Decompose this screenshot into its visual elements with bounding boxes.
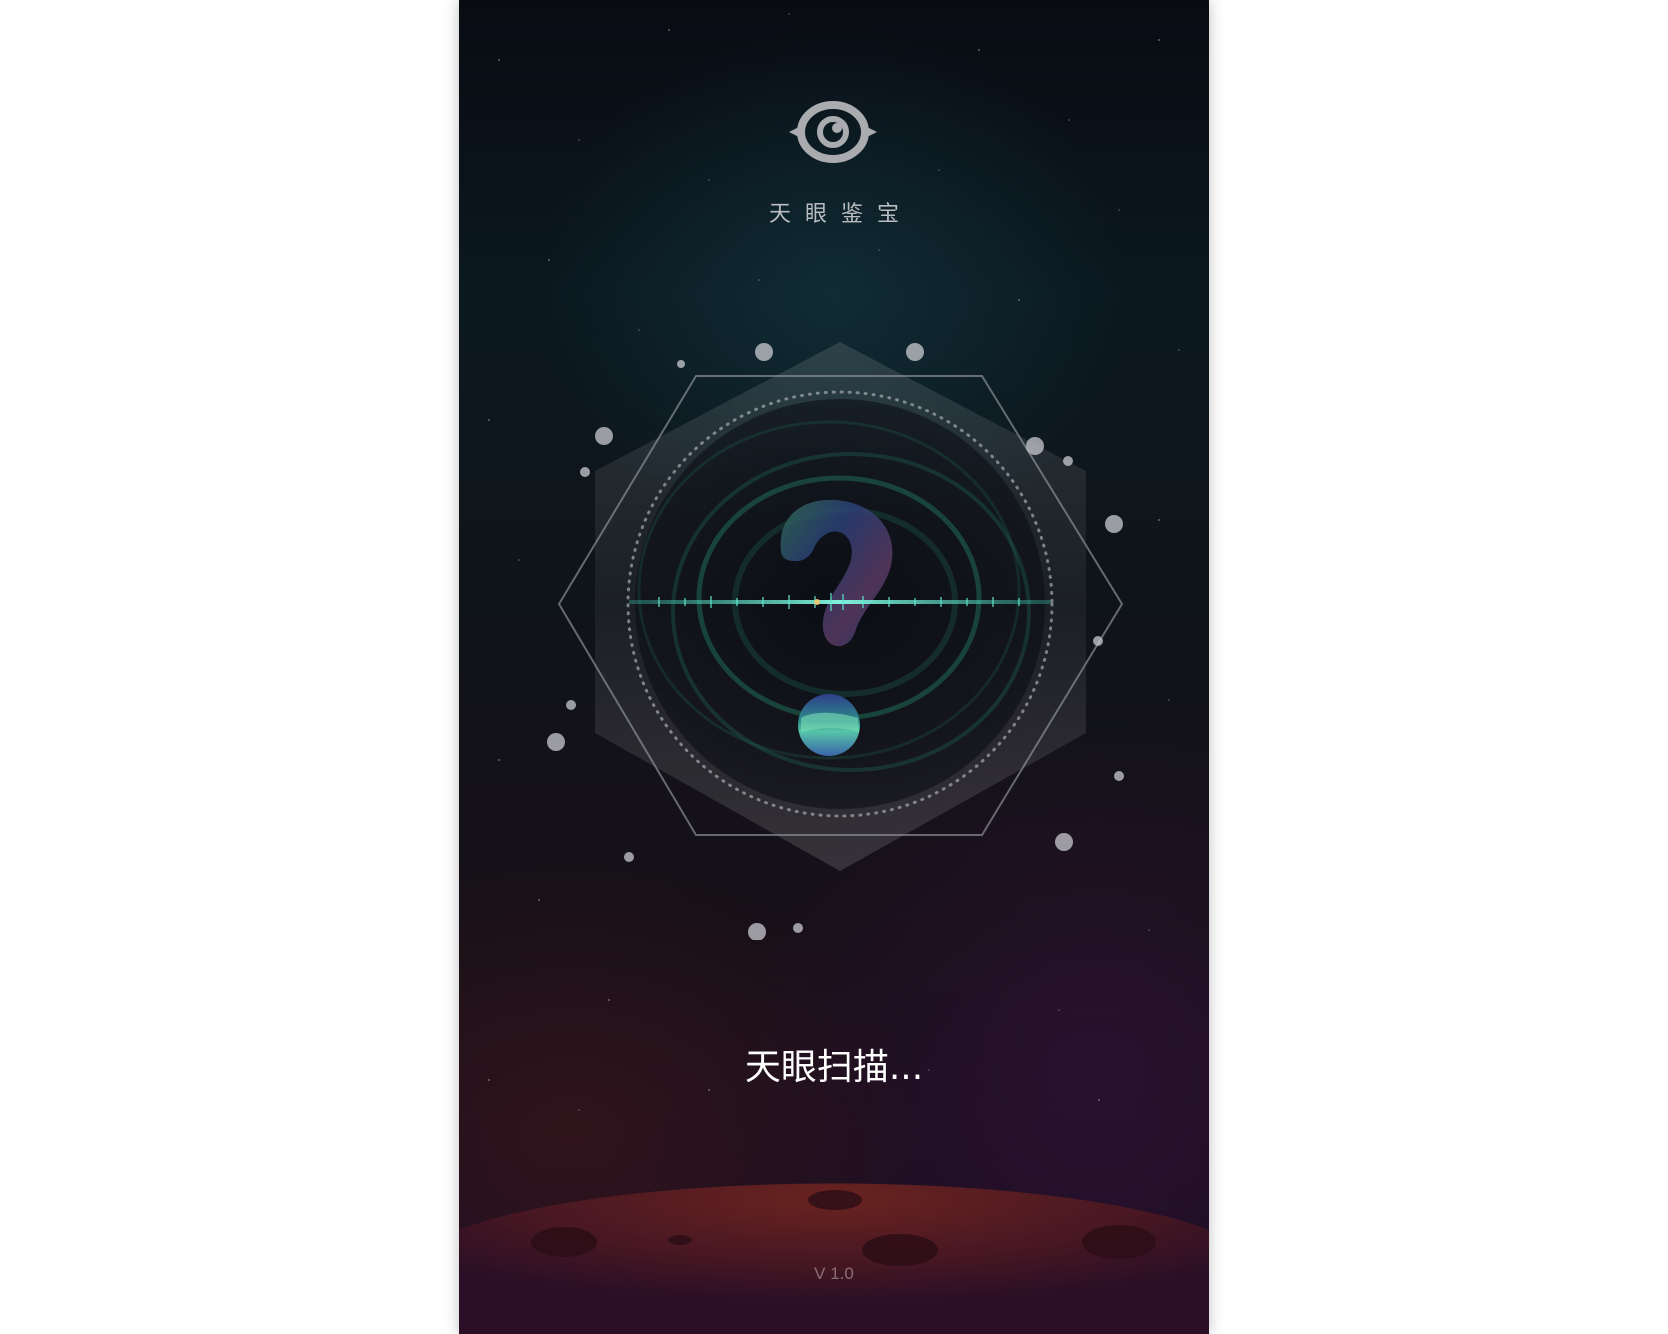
crater <box>808 1190 862 1210</box>
planet-surface <box>459 1183 1209 1334</box>
app-title: 天眼鉴宝 <box>768 202 913 227</box>
crater <box>1082 1225 1156 1259</box>
app-screen: 天眼鉴宝 天眼扫描... V 1.0 <box>459 0 1209 1334</box>
crater <box>668 1235 692 1245</box>
page-background: 天眼鉴宝 天眼扫描... V 1.0 <box>0 0 1668 1334</box>
scanner-graphic <box>547 342 1124 940</box>
eye-icon <box>789 101 877 163</box>
version-label: V 1.0 <box>814 1264 854 1283</box>
crater <box>531 1227 597 1257</box>
crater <box>862 1234 938 1266</box>
scan-status-text: 天眼扫描... <box>744 1047 924 1088</box>
